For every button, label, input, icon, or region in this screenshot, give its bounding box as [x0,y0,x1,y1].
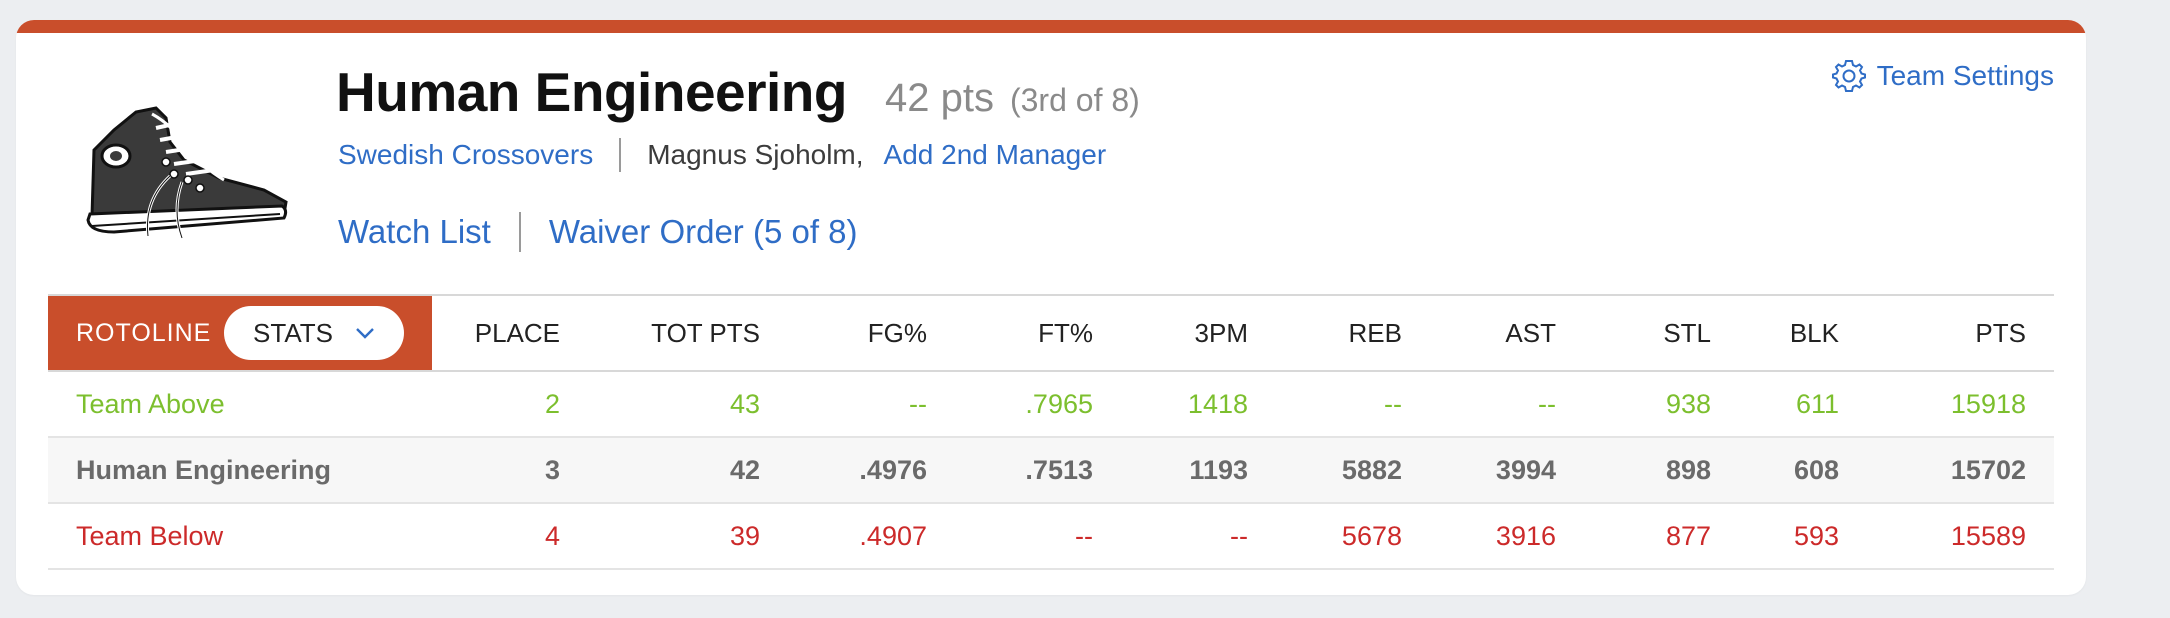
row-team-name: Team Below [76,521,224,551]
cell-blk: 593 [1793,521,1839,551]
rotoline-table: ROTOLINE STATS PLACE TOT PTS FG% FT% 3PM… [48,294,2054,570]
col-header-pts[interactable]: PTS [1975,296,2026,370]
cell-ft-pct: -- [1075,521,1093,551]
cell-pts: 15918 [1950,389,2026,419]
stats-dropdown[interactable]: STATS [224,306,404,360]
cell-3pm: 1418 [1187,389,1248,419]
team-rank: (3rd of 8) [1009,82,1140,118]
row-team-name: Human Engineering [76,455,332,485]
cell-tot-pts: 42 [729,455,760,485]
col-header-tot-pts[interactable]: TOT PTS [651,296,760,370]
cell-stl: 938 [1665,389,1711,419]
divider [619,138,622,172]
team-card: Human Engineering 42 pts (3rd of 8) Swed… [16,20,2086,595]
col-header-ft-pct[interactable]: FT% [1038,296,1093,370]
rotoline-label: ROTOLINE [76,319,212,347]
accent-bar [16,20,2086,33]
cell-ast: -- [1538,389,1556,419]
col-header-3pm[interactable]: 3PM [1195,296,1248,370]
col-header-place[interactable]: PLACE [475,296,560,370]
manager-name: Magnus Sjoholm, [647,139,864,170]
cell-3pm: -- [1230,521,1248,551]
cell-ast: 3916 [1495,521,1556,551]
table-row-team-above: Team Above 2 43 -- .7965 1418 -- -- 938 … [48,372,2054,438]
table-row-team-below: Team Below 4 39 .4907 -- -- 5678 3916 87… [48,504,2054,570]
cell-fg-pct: -- [909,389,927,419]
table-header: ROTOLINE STATS PLACE TOT PTS FG% FT% 3PM… [48,294,2054,372]
league-link[interactable]: Swedish Crossovers [338,139,593,171]
table-row-my-team: Human Engineering 3 42 .4976 .7513 1193 … [48,438,2054,504]
col-header-stl[interactable]: STL [1663,296,1711,370]
col-header-fg-pct[interactable]: FG% [868,296,927,370]
waiver-order-link[interactable]: Waiver Order (5 of 8) [549,213,858,251]
gear-icon [1831,60,1866,92]
cell-reb: 5882 [1341,455,1402,485]
cell-place: 2 [544,389,560,419]
stats-dropdown-label: STATS [253,317,333,348]
cell-stl: 877 [1665,521,1711,551]
cell-fg-pct: .4907 [859,521,927,551]
row-team-name: Team Above [76,389,225,419]
cell-pts: 15702 [1950,455,2026,485]
team-links-row: Watch List Waiver Order (5 of 8) [338,212,858,252]
team-meta-row: Swedish Crossovers Magnus Sjoholm, Add 2… [338,138,1106,172]
cell-reb: -- [1384,389,1402,419]
cell-pts: 15589 [1950,521,2026,551]
cell-ast: 3994 [1495,455,1556,485]
cell-tot-pts: 43 [729,389,760,419]
team-settings-link[interactable]: Team Settings [1831,58,2054,94]
cell-stl: 898 [1665,455,1711,485]
col-header-blk[interactable]: BLK [1790,296,1839,370]
chevron-down-icon [356,328,374,339]
cell-3pm: 1193 [1189,455,1248,485]
cell-blk: 608 [1793,455,1839,485]
team-name: Human Engineering [336,61,848,123]
cell-ft-pct: .7513 [1025,455,1093,485]
cell-place: 4 [544,521,560,551]
cell-blk: 611 [1795,389,1839,419]
col-header-reb[interactable]: REB [1349,296,1402,370]
cell-reb: 5678 [1341,521,1402,551]
watch-list-link[interactable]: Watch List [338,213,491,251]
cell-fg-pct: .4976 [859,455,927,485]
col-header-ast[interactable]: AST [1505,296,1556,370]
team-title-row: Human Engineering 42 pts (3rd of 8) [336,60,1140,124]
add-manager-link[interactable]: Add 2nd Manager [884,139,1107,171]
team-points: 42 pts [885,76,994,120]
team-logo-sneaker [86,106,288,239]
cell-ft-pct: .7965 [1025,389,1093,419]
team-settings-label: Team Settings [1876,60,2054,91]
divider [518,212,521,252]
rotoline-tab: ROTOLINE STATS [48,296,432,370]
cell-tot-pts: 39 [729,521,760,551]
cell-place: 3 [544,455,560,485]
